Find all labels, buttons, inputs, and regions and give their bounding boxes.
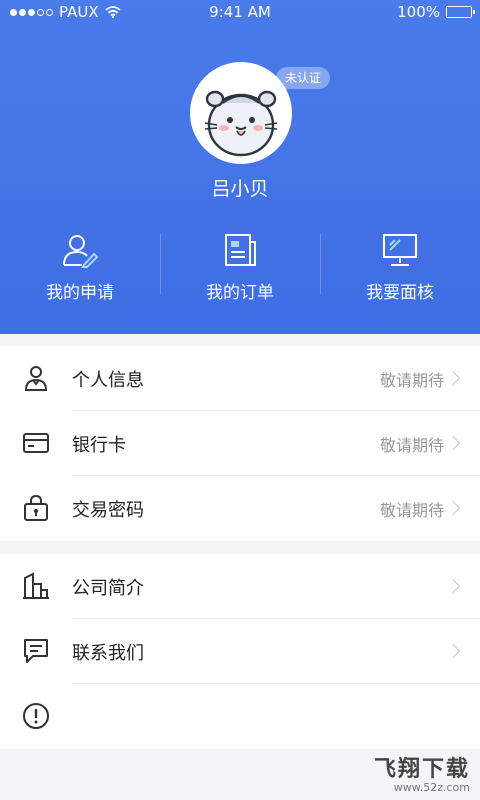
menu-row-value: 敬请期待 [379,501,444,520]
user-name: 吕小贝 [211,178,269,200]
monitor-icon [383,234,417,266]
status-right: 100% [397,3,475,21]
menu-row-value: 敬请期待 [379,436,444,455]
menu-row-label: 个人信息 [72,370,144,391]
chat-message-icon [24,639,48,663]
building-icon [23,572,49,599]
verification-badge[interactable]: 未认证 [276,67,331,89]
chevron-right-icon [445,643,461,659]
face-review-label: 我要面核 [366,283,434,303]
battery-percent: 100% [397,3,440,21]
lock-bag-icon [24,494,48,521]
menu-row-bank-card[interactable]: 银行卡 敬请期待 [0,411,480,476]
quick-actions: 我的申请 我的订单 我要面核 [0,228,480,304]
menu-row-contact-us[interactable]: 联系我们 [0,619,480,684]
person-edit-icon [63,235,99,268]
my-applications-button[interactable]: 我的申请 [0,228,160,304]
watermark-main: 飞翔下载 [373,757,470,782]
account-menu-group: 个人信息 敬请期待 银行卡 敬请期待 交易密码 敬请期待 [0,346,480,541]
alert-circle-icon [23,703,49,729]
company-menu-group: 公司简介 联系我们 [0,554,480,749]
chevron-right-icon [445,370,461,386]
face-review-button[interactable]: 我要面核 [320,228,480,304]
chevron-right-icon [445,578,461,594]
chevron-right-icon [445,500,461,516]
menu-row-about[interactable] [0,684,480,749]
menu-row-company-intro[interactable]: 公司简介 [0,554,480,619]
my-applications-label: 我的申请 [46,283,114,303]
my-orders-label: 我的订单 [206,283,274,303]
menu-row-label: 交易密码 [72,500,144,521]
battery-icon [446,6,475,18]
bank-card-icon [23,433,49,453]
hamster-avatar-icon [204,90,278,157]
menu-row-value: 敬请期待 [379,371,444,390]
menu-row-label: 银行卡 [72,435,126,456]
my-orders-button[interactable]: 我的订单 [160,228,320,304]
document-list-icon [225,234,256,266]
menu-row-label: 联系我们 [72,643,144,664]
menu-row-trade-password[interactable]: 交易密码 敬请期待 [0,476,480,541]
status-bar: PAUX 9:41 AM 100% [0,0,480,24]
menu-row-label: 公司简介 [72,578,144,599]
watermark: 飞翔下载 www.52z.com [374,751,470,794]
chevron-right-icon [445,435,461,451]
avatar-container[interactable]: 未认证 [190,62,331,164]
menu-row-personal-info[interactable]: 个人信息 敬请期待 [0,346,480,411]
person-id-icon [24,366,48,391]
profile-header: PAUX 9:41 AM 100% 未认证 吕小贝 我的申请 我的订单 我要面核 [0,0,480,334]
